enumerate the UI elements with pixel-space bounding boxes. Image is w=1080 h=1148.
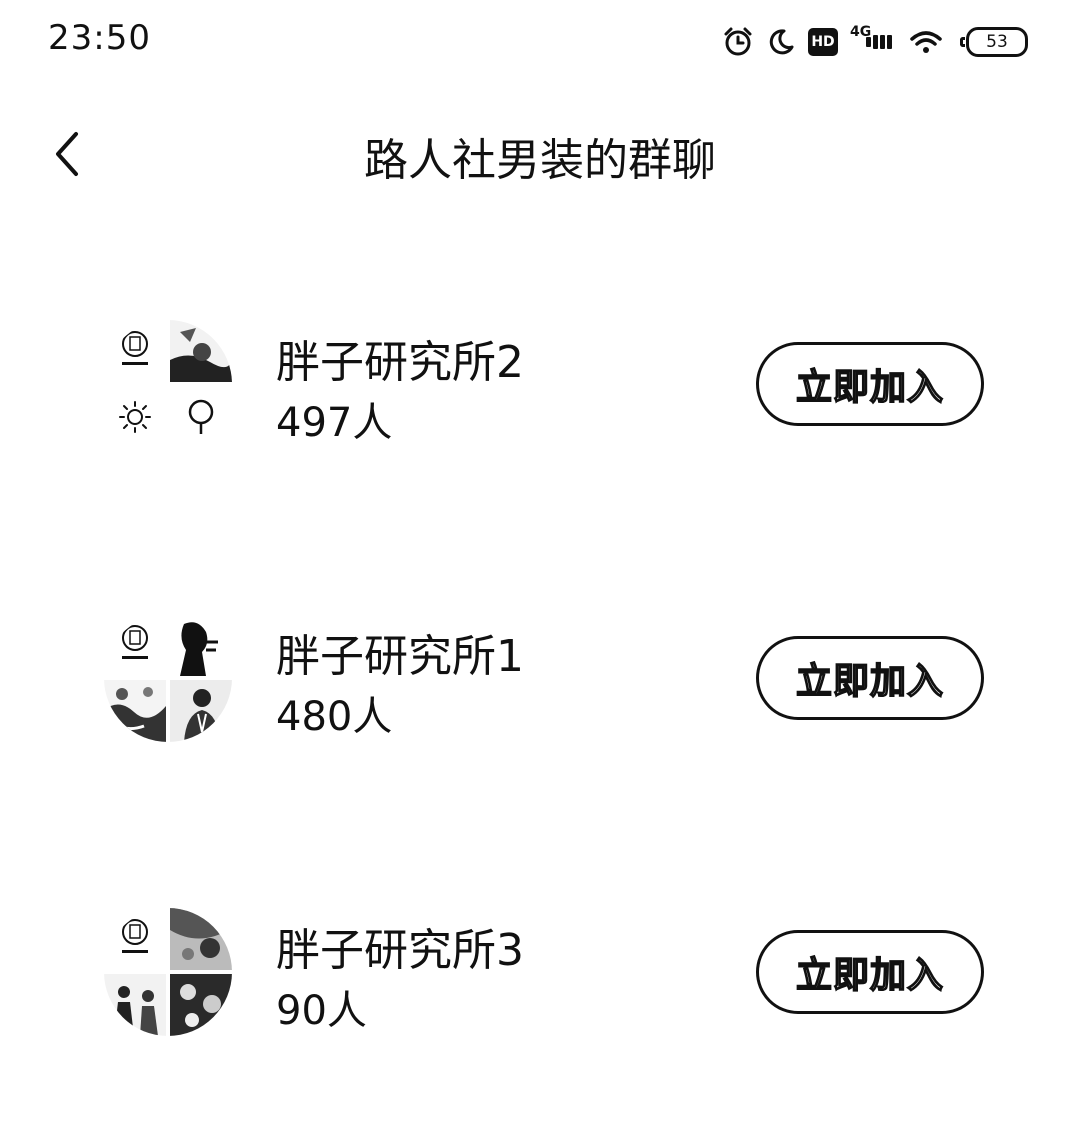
join-button[interactable]: 立即加入	[756, 636, 984, 720]
hd-icon: HD	[808, 28, 838, 56]
group-avatar	[104, 908, 232, 1036]
photo-avatar-icon	[170, 320, 232, 382]
group-item[interactable]: 胖子研究所3 90人 立即加入	[0, 908, 1080, 1048]
floral-avatar-icon	[170, 974, 232, 1036]
status-bar: 23:50 HD 4G 53	[0, 0, 1080, 80]
people-photo-avatar-icon	[104, 974, 166, 1036]
logo-avatar-icon	[104, 614, 166, 676]
group-member-count: 480人	[276, 694, 393, 740]
status-icons: HD 4G 53	[722, 22, 1028, 62]
person-silhouette-avatar-icon	[170, 614, 232, 676]
sun-avatar-icon	[104, 386, 166, 448]
battery-icon: 53	[960, 27, 1028, 57]
wifi-icon	[908, 27, 944, 57]
group-item[interactable]: 胖子研究所2 497人 立即加入	[0, 320, 1080, 460]
pin-avatar-icon	[170, 386, 232, 448]
pattern-avatar-icon	[104, 680, 166, 742]
alarm-icon	[722, 26, 754, 58]
group-avatar	[104, 614, 232, 742]
join-button[interactable]: 立即加入	[756, 342, 984, 426]
group-avatar	[104, 320, 232, 448]
network-type-label: 4G	[850, 24, 872, 40]
group-name: 胖子研究所2	[276, 337, 524, 388]
4g-signal-icon: 4G	[850, 24, 896, 58]
logo-avatar-icon	[104, 908, 166, 970]
person-photo-avatar-icon	[170, 680, 232, 742]
group-member-count: 497人	[276, 400, 393, 446]
logo-avatar-icon	[104, 320, 166, 382]
battery-level: 53	[986, 32, 1008, 52]
texture-avatar-icon	[170, 908, 232, 970]
group-name: 胖子研究所3	[276, 925, 524, 976]
group-member-count: 90人	[276, 988, 367, 1034]
group-name: 胖子研究所1	[276, 631, 524, 682]
join-button[interactable]: 立即加入	[756, 930, 984, 1014]
moon-icon	[766, 27, 796, 57]
group-item[interactable]: 胖子研究所1 480人 立即加入	[0, 614, 1080, 754]
status-time: 23:50	[48, 18, 151, 58]
page-title: 路人社男装的群聊	[364, 135, 716, 186]
